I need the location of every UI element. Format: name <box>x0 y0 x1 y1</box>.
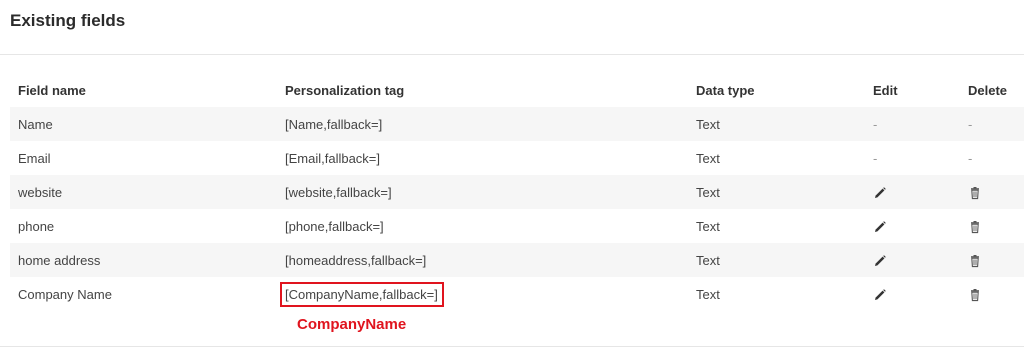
data-type: Text <box>688 243 865 277</box>
edit-unavailable: - <box>873 150 878 166</box>
delete-unavailable: - <box>968 116 973 132</box>
annotation-label: CompanyName <box>297 316 407 333</box>
divider <box>0 54 1024 55</box>
table-row: home address [homeaddress,fallback=] Tex… <box>10 243 1024 277</box>
trash-icon[interactable] <box>968 288 982 302</box>
personalization-tag-highlighted: [CompanyName,fallback=] <box>280 281 444 307</box>
section-title: Existing fields <box>10 11 126 30</box>
fields-table: Field name Personalization tag Data type… <box>10 73 1024 311</box>
personalization-tag: [phone,fallback=] <box>285 218 384 234</box>
pencil-icon[interactable] <box>873 220 887 234</box>
divider <box>0 346 1024 347</box>
trash-icon[interactable] <box>968 254 982 268</box>
header-personalization-tag: Personalization tag <box>285 82 405 98</box>
table-row: Name [Name,fallback=] Text - - <box>10 107 1024 141</box>
table-row: Company Name [CompanyName,fallback=] Tex… <box>10 277 1024 311</box>
pencil-icon[interactable] <box>873 288 887 302</box>
header-edit: Edit <box>873 82 898 98</box>
data-type: Text <box>688 175 865 209</box>
field-name: home address <box>10 243 277 277</box>
personalization-tag: [website,fallback=] <box>277 175 688 209</box>
personalization-tag: [Email,fallback=] <box>285 150 381 166</box>
field-name: Name <box>10 107 277 141</box>
table-row: phone [phone,fallback=] Text <box>10 209 1024 243</box>
header-delete: Delete <box>968 82 1008 98</box>
trash-icon[interactable] <box>968 220 982 234</box>
pencil-icon[interactable] <box>873 186 887 200</box>
delete-unavailable: - <box>968 150 973 166</box>
data-type: Text <box>688 107 865 141</box>
field-name: phone <box>18 218 55 234</box>
field-name: website <box>10 175 277 209</box>
field-name: Email <box>18 150 51 166</box>
edit-unavailable: - <box>873 116 878 132</box>
pencil-icon[interactable] <box>873 254 887 268</box>
data-type: Text <box>696 286 720 302</box>
trash-icon[interactable] <box>968 186 982 200</box>
header-data-type: Data type <box>696 82 755 98</box>
table-row: website [website,fallback=] Text <box>10 175 1024 209</box>
personalization-tag: [Name,fallback=] <box>277 107 688 141</box>
table-row: Email [Email,fallback=] Text - - <box>10 141 1024 175</box>
field-name: Company Name <box>18 286 112 302</box>
data-type: Text <box>696 150 720 166</box>
header-field-name: Field name <box>18 82 86 98</box>
personalization-tag: [homeaddress,fallback=] <box>277 243 688 277</box>
table-header-row: Field name Personalization tag Data type… <box>10 73 1024 107</box>
data-type: Text <box>696 218 720 234</box>
